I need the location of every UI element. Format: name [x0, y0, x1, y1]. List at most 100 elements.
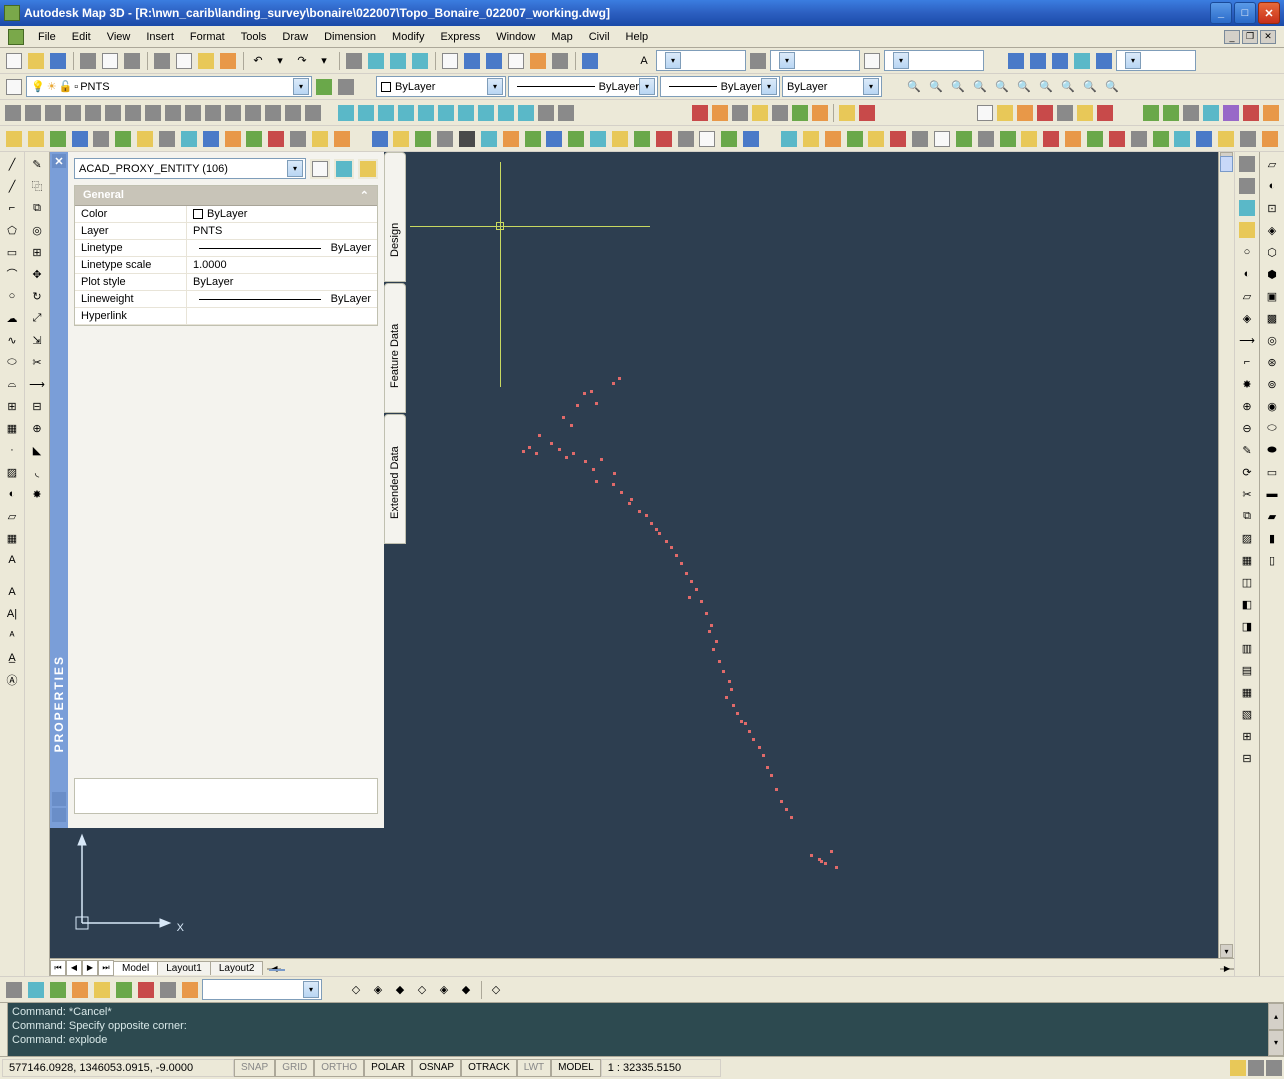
survey-point[interactable]	[718, 660, 721, 663]
tab-extended-data[interactable]: Extended Data	[384, 414, 406, 544]
o11-icon[interactable]	[998, 129, 1018, 149]
b15-icon[interactable]: ◆	[456, 980, 476, 1000]
prop-row-ltscale[interactable]: Linetype scale 1.0000	[75, 257, 377, 274]
view3-icon[interactable]	[377, 103, 395, 123]
undo-icon[interactable]: ↶	[248, 51, 268, 71]
polygon-icon[interactable]: ⬠	[2, 220, 22, 240]
s6-icon[interactable]: ⬢	[1262, 264, 1282, 284]
b9-icon[interactable]	[180, 980, 200, 1000]
r12-icon[interactable]: ⊕	[1237, 396, 1257, 416]
map7-icon[interactable]	[1262, 103, 1280, 123]
tab-layout1[interactable]: Layout1	[157, 961, 211, 975]
survey-point[interactable]	[522, 450, 525, 453]
survey-point[interactable]	[744, 722, 747, 725]
textstyle-combo[interactable]: ▾	[656, 50, 746, 71]
m14-icon[interactable]	[288, 129, 308, 149]
qnew-icon[interactable]	[4, 51, 24, 71]
table-icon[interactable]: ▦	[2, 528, 22, 548]
survey-point[interactable]	[584, 460, 587, 463]
n9-icon[interactable]	[545, 129, 565, 149]
s8-icon[interactable]: ▩	[1262, 308, 1282, 328]
menu-format[interactable]: Format	[182, 29, 233, 45]
s5-icon[interactable]: ⬡	[1262, 242, 1282, 262]
chamfer-icon[interactable]: ◣	[27, 440, 47, 460]
sheetset-icon[interactable]	[506, 51, 526, 71]
status-icon1[interactable]	[1230, 1060, 1246, 1076]
palette-close-icon[interactable]: ✕	[52, 154, 66, 168]
m4-icon[interactable]	[70, 129, 90, 149]
line-icon[interactable]: ╱	[2, 154, 22, 174]
plotstyle-combo[interactable]: ByLayer▾	[782, 76, 882, 97]
b14-icon[interactable]: ◈	[434, 980, 454, 1000]
r28-icon[interactable]: ⊟	[1237, 748, 1257, 768]
m3-icon[interactable]	[48, 129, 68, 149]
status-icon3[interactable]	[1266, 1060, 1282, 1076]
survey-point[interactable]	[700, 600, 703, 603]
survey-point[interactable]	[590, 390, 593, 393]
s18-icon[interactable]: ▮	[1262, 528, 1282, 548]
spline-icon[interactable]: ∿	[2, 330, 22, 350]
ucs10-icon[interactable]	[184, 103, 202, 123]
s17-icon[interactable]: ▰	[1262, 506, 1282, 526]
survey-point[interactable]	[685, 572, 688, 575]
ws-icon1[interactable]	[1006, 51, 1026, 71]
zoom1-icon[interactable]: 🔍	[904, 77, 924, 97]
survey-point[interactable]	[752, 738, 755, 741]
ws-icon4[interactable]	[1072, 51, 1092, 71]
r15-icon[interactable]: ⟳	[1237, 462, 1257, 482]
survey-point[interactable]	[600, 458, 603, 461]
tab-design[interactable]: Design	[384, 152, 406, 282]
r3-icon[interactable]	[1237, 198, 1257, 218]
view2-icon[interactable]	[357, 103, 375, 123]
publish-icon[interactable]	[122, 51, 142, 71]
cmd-scroll[interactable]: ▴ ▾	[1268, 1003, 1284, 1056]
menu-map[interactable]: Map	[543, 29, 580, 45]
survey-point[interactable]	[650, 522, 653, 525]
s9-icon[interactable]: ◎	[1262, 330, 1282, 350]
survey-point[interactable]	[613, 472, 616, 475]
survey-point[interactable]	[820, 860, 823, 863]
et2-icon[interactable]	[711, 103, 729, 123]
s14-icon[interactable]: ⬬	[1262, 440, 1282, 460]
xline-icon[interactable]: ╱	[2, 176, 22, 196]
zoom8-icon[interactable]: 🔍	[1058, 77, 1078, 97]
prop-row-layer[interactable]: Layer PNTS	[75, 223, 377, 240]
r20-icon[interactable]: ◫	[1237, 572, 1257, 592]
matchprop-icon[interactable]	[218, 51, 238, 71]
view9-icon[interactable]	[497, 103, 515, 123]
ws-icon2[interactable]	[1028, 51, 1048, 71]
command-text[interactable]: Command: *Cancel* Command: Specify oppos…	[8, 1003, 1268, 1056]
mdi-close[interactable]: ✕	[1260, 30, 1276, 44]
map6-icon[interactable]	[1242, 103, 1260, 123]
o8-icon[interactable]	[932, 129, 952, 149]
survey-point[interactable]	[775, 788, 778, 791]
n18-icon[interactable]	[741, 129, 761, 149]
ucs8-icon[interactable]	[144, 103, 162, 123]
b12-icon[interactable]: ◆	[390, 980, 410, 1000]
survey-point[interactable]	[730, 688, 733, 691]
map5-icon[interactable]	[1222, 103, 1240, 123]
ucs3-icon[interactable]	[44, 103, 62, 123]
s1-icon[interactable]: ▱	[1262, 154, 1282, 174]
lay5-icon[interactable]	[1056, 103, 1074, 123]
r10-icon[interactable]: ⌐	[1237, 352, 1257, 372]
layer-prev-icon[interactable]	[314, 77, 334, 97]
menu-civil[interactable]: Civil	[581, 29, 618, 45]
survey-point[interactable]	[528, 446, 531, 449]
prop-row-color[interactable]: Color ByLayer	[75, 206, 377, 223]
map3-icon[interactable]	[1182, 103, 1200, 123]
survey-point[interactable]	[688, 596, 691, 599]
o9-icon[interactable]	[954, 129, 974, 149]
o21-icon[interactable]	[1216, 129, 1236, 149]
survey-point[interactable]	[558, 448, 561, 451]
m6-icon[interactable]	[113, 129, 133, 149]
o6-icon[interactable]	[888, 129, 908, 149]
zoom3-icon[interactable]: 🔍	[948, 77, 968, 97]
survey-point[interactable]	[570, 424, 573, 427]
tab-feature-data[interactable]: Feature Data	[384, 283, 406, 413]
lay3-icon[interactable]	[1016, 103, 1034, 123]
ucs15-icon[interactable]	[284, 103, 302, 123]
r17-icon[interactable]: ⧉	[1237, 506, 1257, 526]
o23-icon[interactable]	[1260, 129, 1280, 149]
survey-point[interactable]	[790, 816, 793, 819]
